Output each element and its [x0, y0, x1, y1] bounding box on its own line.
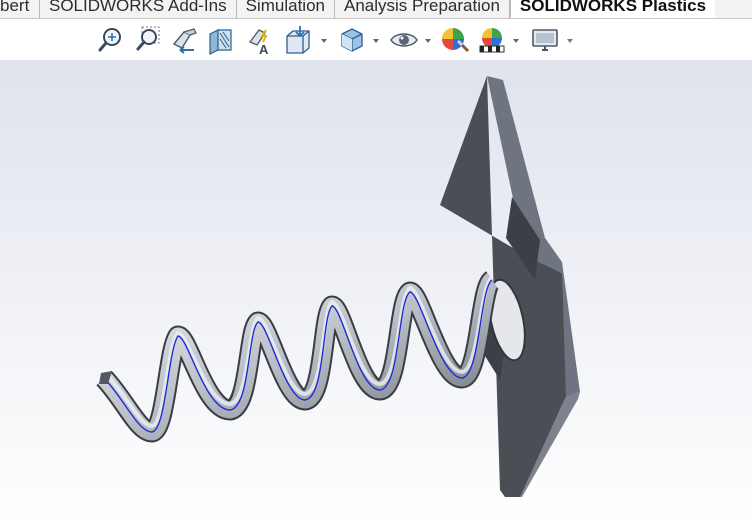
command-manager-tabs: bert SOLIDWORKS Add-Ins Simulation Analy… — [0, 0, 752, 19]
zoom-to-fit-icon[interactable] — [94, 24, 126, 56]
zoom-to-area-icon[interactable] — [131, 24, 163, 56]
tab-solidworks-add-ins[interactable]: SOLIDWORKS Add-Ins — [40, 0, 237, 18]
view-orientation-icon[interactable] — [283, 24, 315, 56]
svg-text:A: A — [259, 42, 269, 56]
graphics-area[interactable] — [0, 60, 752, 526]
hide-show-items-icon[interactable] — [388, 24, 420, 56]
tab-insert[interactable]: bert — [0, 0, 40, 18]
tab-solidworks-plastics[interactable]: SOLIDWORKS Plastics — [509, 0, 716, 18]
heads-up-view-toolbar: A — [0, 22, 752, 60]
mounting-plate[interactable] — [440, 76, 580, 497]
previous-view-icon[interactable] — [168, 24, 200, 56]
section-view-icon[interactable] — [205, 24, 237, 56]
view-orientation-dropdown-icon[interactable] — [320, 37, 328, 45]
display-style-icon[interactable] — [336, 24, 368, 56]
model-view — [96, 76, 580, 497]
helical-spring[interactable] — [96, 271, 501, 443]
apply-scene-icon[interactable] — [476, 24, 508, 56]
view-settings-dropdown-icon[interactable] — [566, 37, 574, 45]
tab-simulation[interactable]: Simulation — [236, 0, 335, 18]
view-settings-icon[interactable] — [529, 24, 561, 56]
hide-show-items-dropdown-icon[interactable] — [424, 37, 432, 45]
tab-analysis-preparation[interactable]: Analysis Preparation — [335, 0, 510, 18]
apply-scene-dropdown-icon[interactable] — [512, 37, 520, 45]
dynamic-annotation-views-icon[interactable]: A — [244, 24, 276, 56]
display-style-dropdown-icon[interactable] — [372, 37, 380, 45]
edit-appearance-icon[interactable] — [439, 24, 471, 56]
